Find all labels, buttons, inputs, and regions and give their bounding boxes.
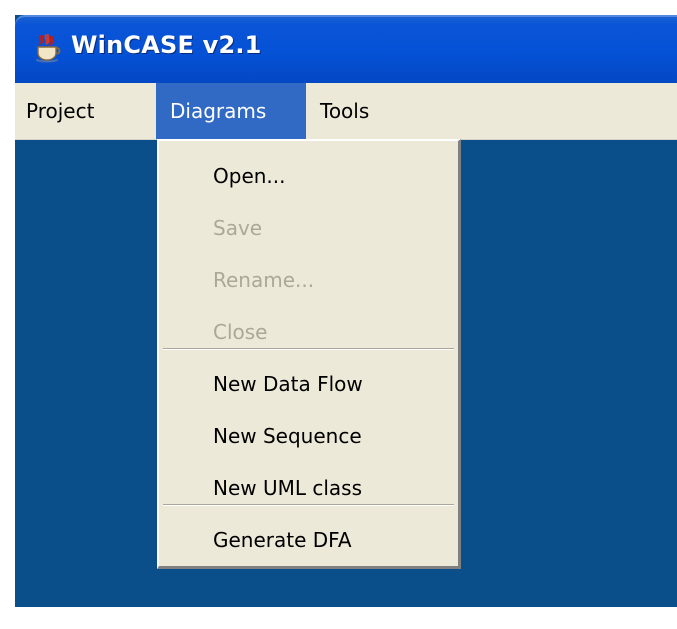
menu-project[interactable]: Project <box>26 83 152 139</box>
menu-item-close: Close <box>213 320 268 344</box>
menu-item-generate-dfa[interactable]: Generate DFA <box>159 514 458 566</box>
title-bar[interactable]: WinCASE v2.1 <box>15 15 677 83</box>
menu-separator <box>163 348 454 350</box>
menu-item-rename: Rename... <box>213 268 315 292</box>
menu-item-open[interactable]: Open... <box>159 150 458 202</box>
java-icon <box>36 34 61 63</box>
diagrams-dropdown-menu: Open... Save Rename... Close New Data Fl… <box>157 139 461 569</box>
menu-item-new-sequence[interactable]: New Sequence <box>159 410 458 462</box>
menu-separator <box>163 504 454 506</box>
menu-bar: Project Diagrams Tools <box>15 83 677 140</box>
menu-item-save: Save <box>213 216 263 240</box>
menu-diagrams[interactable]: Diagrams <box>156 83 306 139</box>
menu-item-new-data-flow[interactable]: New Data Flow <box>159 358 458 410</box>
menu-tools[interactable]: Tools <box>307 83 407 139</box>
window-title: WinCASE v2.1 <box>71 31 262 59</box>
menu-item-new-uml-class[interactable]: New UML class <box>159 462 458 514</box>
